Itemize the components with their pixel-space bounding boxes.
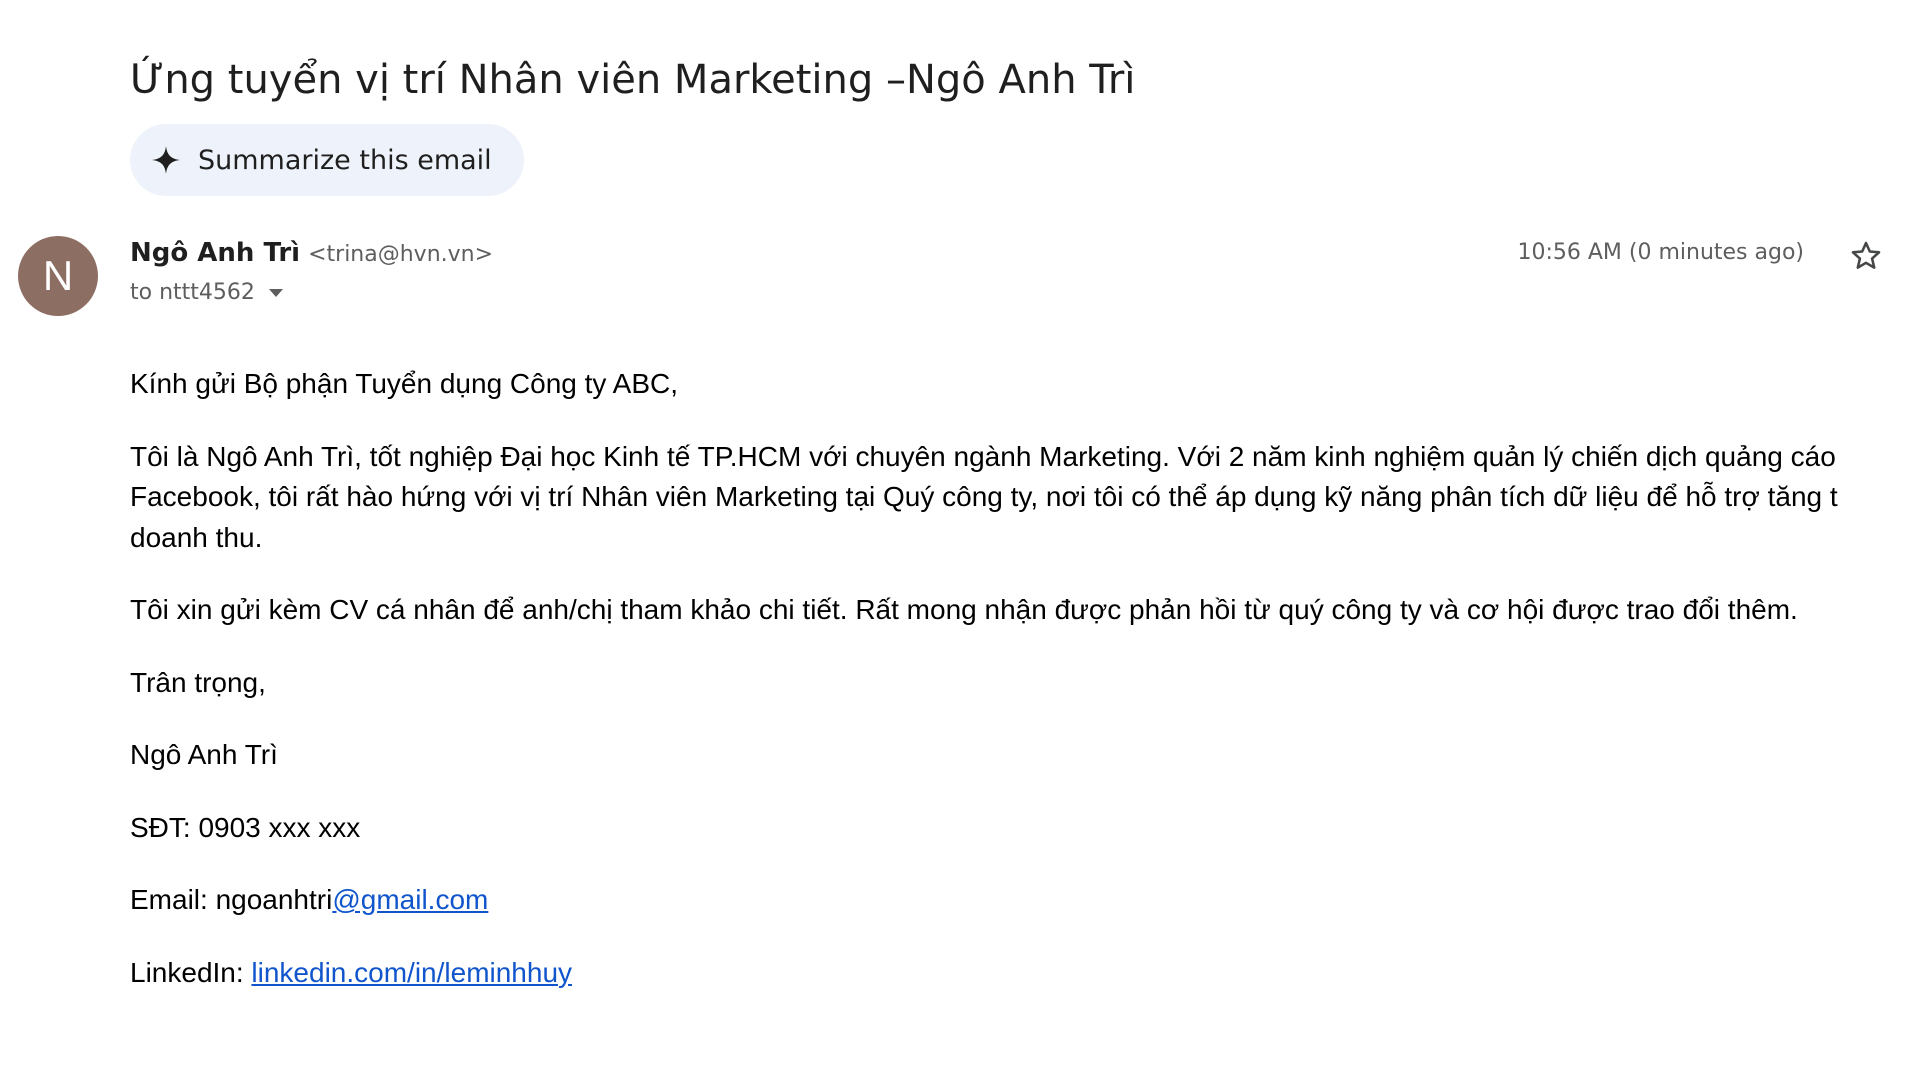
sender-avatar[interactable]: N [18,236,98,316]
email-body: Kính gửi Bộ phận Tuyển dụng Công ty ABC,… [130,364,1916,1025]
sender-email: <trina@hvn.vn> [308,242,494,267]
body-line: Tôi là Ngô Anh Trì, tốt nghiệp Đại học K… [130,440,1836,472]
signature-email-prefix: Email: ngoanhtri [130,884,333,915]
summarize-email-label: Summarize this email [198,144,492,176]
star-icon [1849,239,1883,278]
signature-phone: SĐT: 0903 xxx xxx [130,811,361,843]
closing: Trân trọng, [130,666,266,698]
recipient-label: to nttt4562 [130,280,255,305]
sender-name[interactable]: Ngô Anh Trì [130,238,300,268]
star-email-button[interactable] [1846,238,1886,278]
linkedin-link[interactable]: linkedin.com/in/leminhhuy [251,957,572,988]
sender-info: Ngô Anh Trì <trina@hvn.vn> [130,238,493,274]
email-subject: Ứng tuyển vị trí Nhân viên Marketing –Ng… [130,57,1136,103]
email-timestamp: 10:56 AM (0 minutes ago) [1517,240,1804,265]
body-line: Facebook, tôi rất hào hứng với vị trí Nh… [130,481,1838,512]
signature-email: Email: ngoanhtri@gmail.com [130,880,1916,921]
body-line: doanh thu. [130,521,263,553]
greeting: Kính gửi Bộ phận Tuyển dụng Công ty ABC, [130,368,678,399]
signature-linkedin-prefix: LinkedIn: [130,956,252,988]
body-paragraph-cv: Tôi xin gửi kèm CV cá nhân để anh/chị th… [130,594,1798,625]
email-link[interactable]: @gmail.com [332,884,488,915]
signature-linkedin: LinkedIn: linkedin.com/in/leminhhuy [130,953,1916,994]
signature-name: Ngô Anh Trì [130,739,278,770]
recipients-details-toggle[interactable]: to nttt4562 [130,280,285,305]
body-paragraph-intro: Tôi là Ngô Anh Trì, tốt nghiệp Đại học K… [130,437,1916,559]
dropdown-arrow-icon[interactable] [267,280,285,305]
sparkle-icon [150,144,182,176]
summarize-email-button[interactable]: Summarize this email [130,124,524,196]
